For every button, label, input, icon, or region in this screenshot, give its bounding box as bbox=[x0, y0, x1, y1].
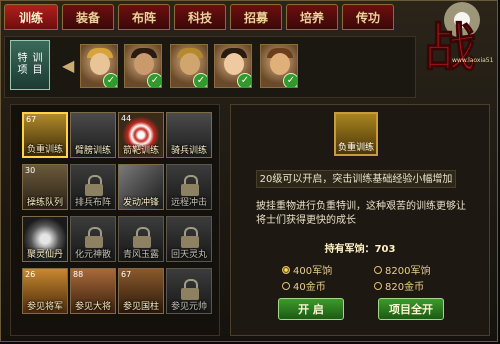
start-button[interactable]: 开 启 bbox=[278, 298, 344, 320]
tab-recruit[interactable]: 招募 bbox=[230, 4, 282, 30]
check-icon: ✓ bbox=[283, 73, 297, 87]
skill-label: 回天灵丸 bbox=[170, 250, 207, 260]
skill-level: 30 bbox=[25, 166, 36, 175]
cost-option-label: 8200军饷 bbox=[385, 266, 431, 277]
lock-icon bbox=[181, 175, 199, 196]
skill-level: 26 bbox=[25, 270, 36, 279]
skill-label: 负重训练 bbox=[26, 145, 63, 155]
skill-slot[interactable]: 30 操练队列 bbox=[22, 164, 68, 210]
check-icon: ✓ bbox=[103, 73, 117, 87]
cost-option[interactable]: 820金币 bbox=[374, 278, 424, 293]
lock-icon bbox=[85, 227, 103, 248]
skill-level: 67 bbox=[26, 115, 37, 124]
radio-icon bbox=[374, 281, 382, 290]
skill-label: 参见将军 bbox=[26, 302, 63, 312]
special-training-button[interactable]: 特 训 项 目 bbox=[10, 40, 50, 90]
open-all-button[interactable]: 项目全开 bbox=[378, 298, 444, 320]
skill-slot[interactable]: 化元神散 bbox=[70, 216, 116, 262]
cost-option[interactable]: 400军饷 bbox=[282, 262, 332, 277]
selected-skill-label: 负重训练 bbox=[337, 143, 374, 153]
skill-slot[interactable]: 26 参见将军 bbox=[22, 268, 68, 314]
game-logo: 战 www.laoxia51.com bbox=[416, 0, 500, 84]
skill-label: 化元神散 bbox=[74, 250, 111, 260]
skill-label: 参见国柱 bbox=[122, 302, 159, 312]
special-char: 训 bbox=[32, 53, 43, 64]
scroll-left-icon[interactable]: ◀ bbox=[62, 56, 74, 75]
skill-level: 67 bbox=[121, 270, 132, 279]
special-char: 特 bbox=[17, 53, 28, 64]
hero-portrait[interactable]: ✓ bbox=[124, 44, 162, 88]
skill-slot[interactable]: 发动冲锋 bbox=[118, 164, 164, 210]
cost-option-label: 40金币 bbox=[293, 282, 326, 293]
radio-icon bbox=[374, 265, 382, 274]
hero-portrait[interactable]: ✓ bbox=[80, 44, 118, 88]
tab-transmit[interactable]: 传功 bbox=[342, 4, 394, 30]
unlock-requirement: 20级可以开启，突击训练基础经验小幅增加 bbox=[256, 170, 456, 188]
skill-slot[interactable]: 远程冲击 bbox=[166, 164, 212, 210]
radio-selected-icon bbox=[282, 265, 290, 274]
skill-slot[interactable]: 聚灵仙丹 bbox=[22, 216, 68, 262]
cost-option-label: 820金币 bbox=[385, 282, 425, 293]
skill-label: 参见大将 bbox=[74, 302, 111, 312]
skill-label: 发动冲锋 bbox=[122, 198, 159, 208]
svg-text:战: 战 bbox=[424, 18, 476, 79]
skill-slot[interactable]: 回天灵丸 bbox=[166, 216, 212, 262]
lock-icon bbox=[85, 175, 103, 196]
skill-label: 操练队列 bbox=[26, 198, 63, 208]
hero-portrait[interactable]: ✓ bbox=[170, 44, 208, 88]
special-char: 目 bbox=[32, 65, 43, 76]
hero-portrait[interactable]: ✓ bbox=[214, 44, 252, 88]
skill-label: 排兵布阵 bbox=[74, 198, 111, 208]
skill-slot[interactable]: 67 参见国柱 bbox=[118, 268, 164, 314]
skill-label: 箭靶训练 bbox=[122, 146, 159, 156]
tab-formation[interactable]: 布阵 bbox=[118, 4, 170, 30]
resource-value: 703 bbox=[374, 244, 396, 255]
skill-description: 披挂重物进行负重特训，这种艰苦的训练更够让将士们获得更快的成长 bbox=[256, 201, 466, 226]
tab-training[interactable]: 训练 bbox=[4, 4, 58, 30]
radio-icon bbox=[282, 281, 290, 290]
check-icon: ✓ bbox=[147, 73, 161, 87]
lock-icon bbox=[181, 279, 199, 300]
skill-slot[interactable]: 67 负重训练 bbox=[22, 112, 68, 158]
skill-slot[interactable]: 88 参见大将 bbox=[70, 268, 116, 314]
lock-icon bbox=[181, 227, 199, 248]
tab-bar: 训练 装备 布阵 科技 招募 培养 传功 bbox=[4, 4, 394, 30]
svg-text:www.laoxia51.com: www.laoxia51.com bbox=[452, 57, 494, 64]
check-icon: ✓ bbox=[237, 73, 251, 87]
skill-slot[interactable]: 排兵布阵 bbox=[70, 164, 116, 210]
skill-level: 44 bbox=[121, 114, 132, 123]
skill-slot[interactable]: 臂膀训练 bbox=[70, 112, 116, 158]
lock-icon bbox=[133, 227, 151, 248]
skill-label: 聚灵仙丹 bbox=[26, 250, 63, 260]
skill-label: 参见元帅 bbox=[170, 302, 207, 312]
skill-label: 臂膀训练 bbox=[74, 146, 111, 156]
hero-portrait[interactable]: ✓ bbox=[260, 44, 298, 88]
skill-label: 青风玉露 bbox=[122, 250, 159, 260]
skill-label: 骑兵训练 bbox=[170, 146, 207, 156]
selected-skill-icon: 负重训练 bbox=[334, 112, 378, 156]
skill-slot[interactable]: 青风玉露 bbox=[118, 216, 164, 262]
skill-label: 远程冲击 bbox=[170, 198, 207, 208]
cost-option-label: 400军饷 bbox=[293, 266, 333, 277]
skill-slot[interactable]: 参见元帅 bbox=[166, 268, 212, 314]
special-char: 项 bbox=[17, 65, 28, 76]
tab-technology[interactable]: 科技 bbox=[174, 4, 226, 30]
tab-cultivate[interactable]: 培养 bbox=[286, 4, 338, 30]
resource-label: 持有军饷： bbox=[324, 244, 375, 255]
skill-slot[interactable]: 骑兵训练 bbox=[166, 112, 212, 158]
cost-option[interactable]: 40金币 bbox=[282, 278, 326, 293]
resource-line: 持有军饷：703 bbox=[230, 240, 490, 255]
tab-equipment[interactable]: 装备 bbox=[62, 4, 114, 30]
cost-option[interactable]: 8200军饷 bbox=[374, 262, 430, 277]
check-icon: ✓ bbox=[193, 73, 207, 87]
skill-slot[interactable]: 44 箭靶训练 bbox=[118, 112, 164, 158]
skill-level: 88 bbox=[73, 270, 84, 279]
